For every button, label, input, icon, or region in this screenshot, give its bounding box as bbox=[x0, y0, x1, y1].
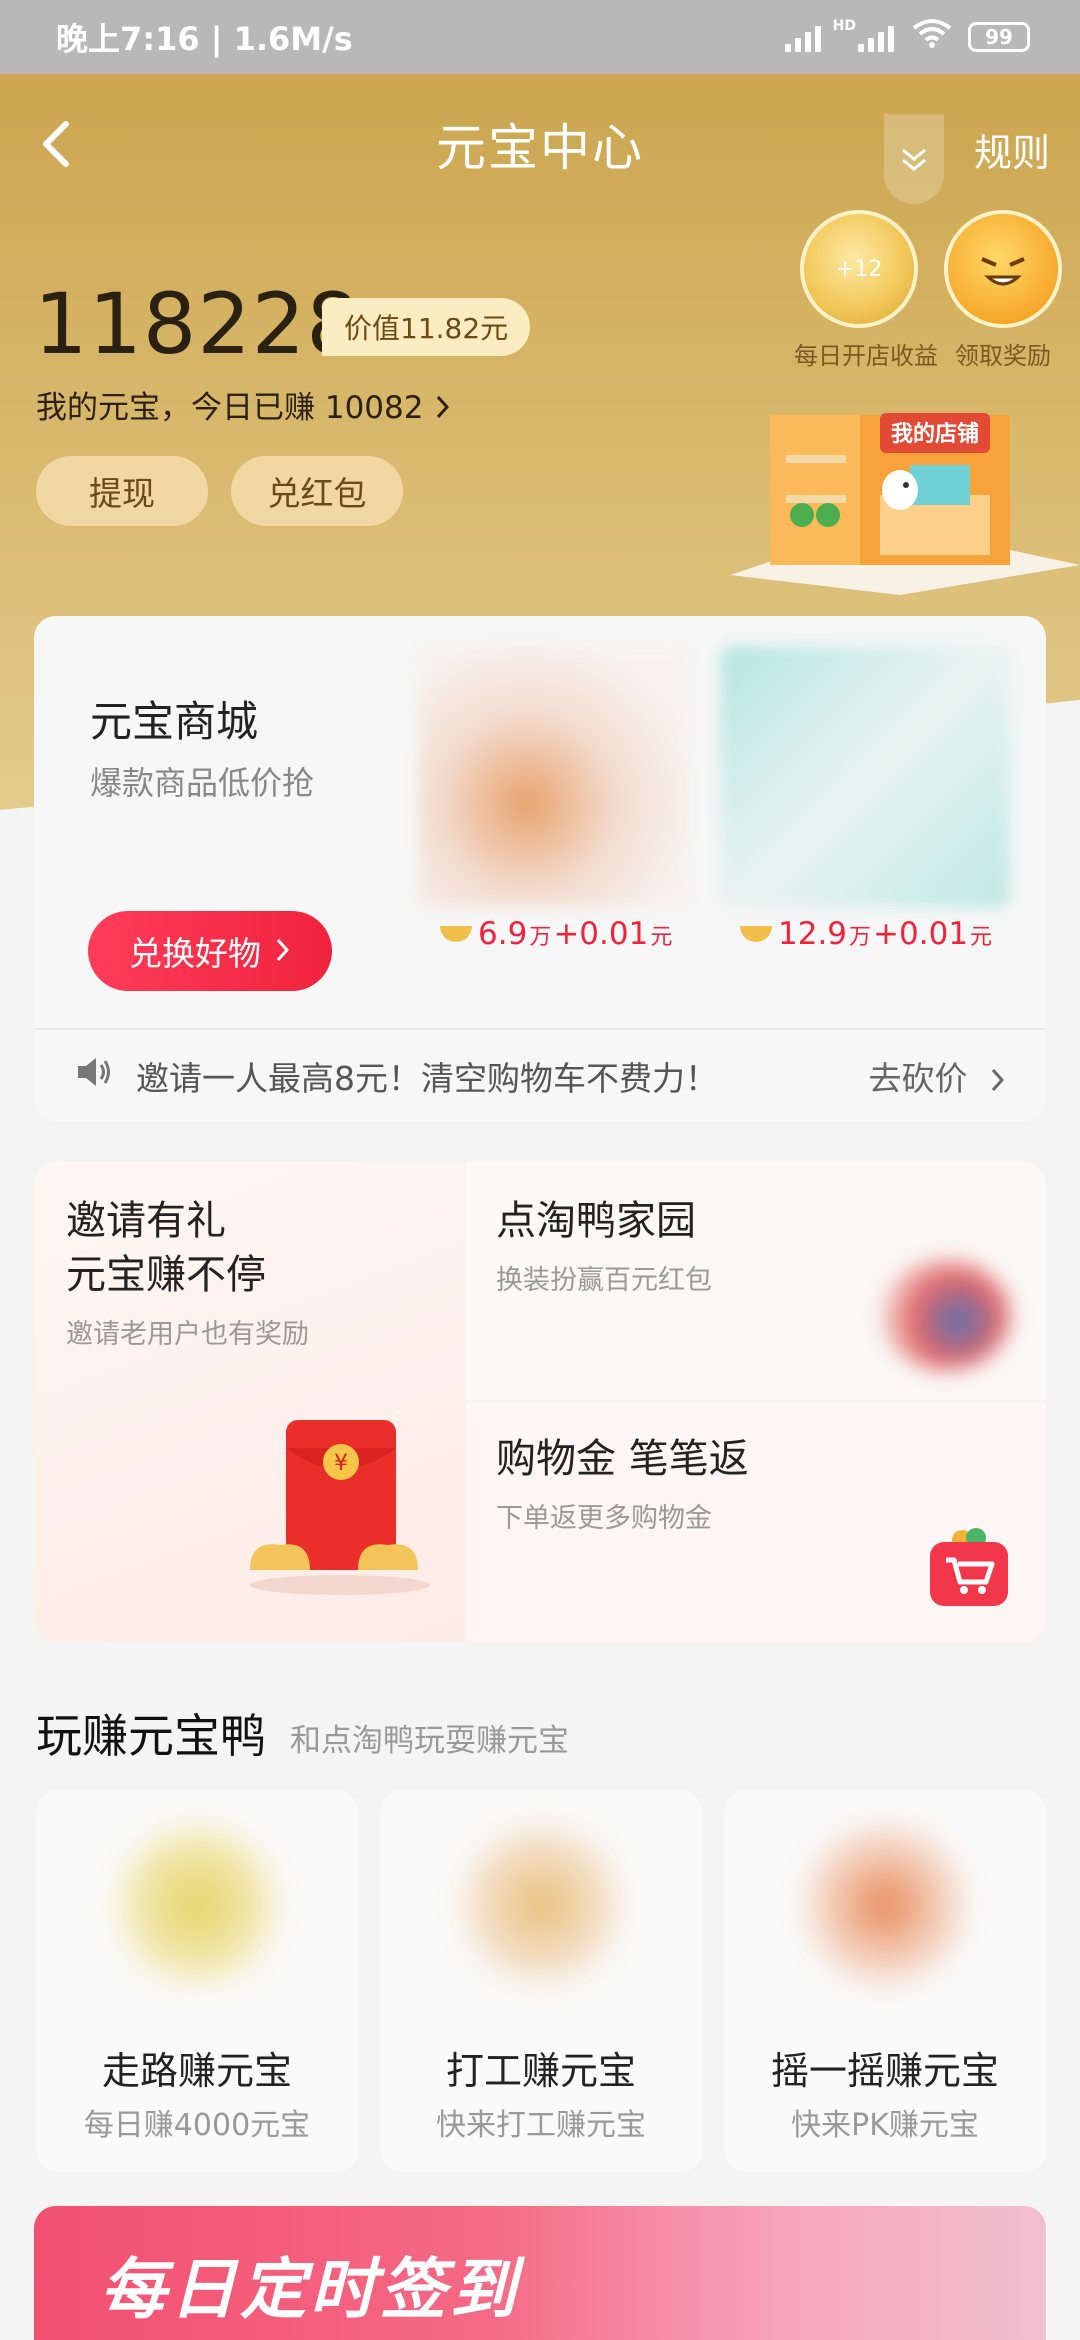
svg-text:¥: ¥ bbox=[334, 1451, 348, 1476]
claim-reward[interactable]: 领取奖励 bbox=[938, 210, 1068, 371]
shop-sign-text: 我的店铺 bbox=[891, 421, 979, 447]
redeem-red-packet-button[interactable]: 兑红包 bbox=[231, 456, 403, 526]
chevron-right-icon bbox=[275, 932, 291, 971]
product-image-1[interactable] bbox=[418, 646, 690, 908]
gold-ingot-icon: +12 bbox=[800, 210, 918, 328]
bargain-notice[interactable]: 邀请一人最高8元！清空购物车不费力！ 去砍价 bbox=[34, 1028, 1046, 1122]
my-shop-illustration[interactable]: 我的店铺 bbox=[730, 395, 1080, 595]
cashback-title: 购物金 笔笔返 bbox=[496, 1436, 749, 1482]
chevron-down-icon[interactable] bbox=[884, 114, 944, 204]
ingot-icon bbox=[440, 926, 472, 942]
product-price-1: 6.9 万 +0.01 元 bbox=[440, 916, 672, 952]
garden-title: 点淘鸭家园 bbox=[496, 1198, 696, 1244]
claim-reward-label: 领取奖励 bbox=[955, 342, 1051, 370]
battery-level: 99 bbox=[985, 25, 1013, 49]
invite-title-line1: 邀请有礼 bbox=[66, 1198, 226, 1244]
value-badge: 价值11.82元 bbox=[322, 298, 531, 356]
go-bargain-label: 去砍价 bbox=[868, 1059, 968, 1098]
red-packet-icon: ¥ bbox=[240, 1420, 440, 1604]
shake-earn-subtitle: 快来PK赚元宝 bbox=[791, 2108, 979, 2143]
work-earn-subtitle: 快来打工赚元宝 bbox=[436, 2108, 646, 2143]
shake-earn-title: 摇一摇赚元宝 bbox=[770, 2049, 999, 2093]
invite-subtitle: 邀请老用户也有奖励 bbox=[66, 1319, 309, 1350]
income-badge: +12 bbox=[835, 256, 883, 282]
earned-today-text: 我的元宝，今日已赚 10082 bbox=[36, 390, 424, 426]
rules-link[interactable]: 规则 bbox=[974, 122, 1050, 177]
withdraw-button[interactable]: 提现 bbox=[36, 456, 208, 526]
price-extra: +0.01 bbox=[553, 916, 649, 952]
walk-earn-image bbox=[112, 1820, 282, 1990]
shake-earn-image bbox=[800, 1820, 970, 1990]
back-icon[interactable] bbox=[30, 114, 90, 174]
play-earn-section-title: 玩赚元宝鸭 bbox=[36, 1709, 266, 1763]
walk-earn-subtitle: 每日赚4000元宝 bbox=[83, 2108, 311, 2143]
garden-subtitle: 换装扮赢百元红包 bbox=[496, 1265, 712, 1296]
page-title: 元宝中心 bbox=[436, 119, 644, 177]
cashback-subtitle: 下单返更多购物金 bbox=[496, 1503, 712, 1534]
daily-shop-income-label: 每日开店收益 bbox=[794, 342, 938, 370]
work-earn-image bbox=[456, 1820, 626, 1990]
shopping-cart-icon bbox=[924, 1520, 1014, 1614]
mall-title: 元宝商城 bbox=[90, 697, 259, 746]
battery-icon: 99 bbox=[968, 22, 1030, 52]
chevron-right-icon bbox=[991, 1068, 1005, 1092]
chevron-right-icon bbox=[433, 390, 453, 426]
go-bargain-link[interactable]: 去砍价 bbox=[869, 1052, 1007, 1100]
price-main: 12.9 bbox=[778, 916, 848, 952]
price-unit: 万 bbox=[849, 925, 872, 950]
earned-today-link[interactable]: 我的元宝，今日已赚 10082 bbox=[36, 382, 453, 427]
play-earn-section-subtitle: 和点淘鸭玩耍赚元宝 bbox=[290, 1723, 569, 1759]
price-extra-unit: 元 bbox=[970, 925, 993, 950]
price-extra-unit: 元 bbox=[650, 925, 673, 950]
garden-image bbox=[880, 1260, 1010, 1370]
network-type-label: HD bbox=[832, 18, 856, 34]
yuanbao-balance: 118228 bbox=[34, 275, 361, 373]
signal-icon bbox=[784, 22, 821, 52]
ingot-icon bbox=[740, 926, 772, 942]
nav-bar: 元宝中心 规则 bbox=[0, 74, 1080, 214]
exchange-goods-button[interactable]: 兑换好物 bbox=[88, 911, 332, 991]
signal-icon-2 bbox=[858, 22, 894, 52]
product-image-2[interactable] bbox=[720, 646, 1010, 908]
exchange-goods-label: 兑换好物 bbox=[129, 934, 261, 973]
invite-title-line2: 元宝赚不停 bbox=[66, 1252, 266, 1298]
price-extra: +0.01 bbox=[873, 916, 969, 952]
status-time: 晚上7:16 | 1.6M/s bbox=[56, 20, 353, 58]
notice-text: 邀请一人最高8元！清空购物车不费力！ bbox=[136, 1059, 718, 1098]
daily-checkin-title: 每日定时签到 bbox=[100, 2251, 520, 2328]
work-earn-title: 打工赚元宝 bbox=[445, 2049, 636, 2093]
mall-subtitle: 爆款商品低价抢 bbox=[90, 764, 315, 802]
price-main: 6.9 bbox=[478, 916, 528, 952]
daily-shop-income[interactable]: +12 每日开店收益 bbox=[794, 210, 938, 371]
price-unit: 万 bbox=[529, 925, 552, 950]
product-price-2: 12.9 万 +0.01 元 bbox=[740, 916, 992, 952]
duck-face-icon bbox=[944, 210, 1062, 328]
status-bar: 晚上7:16 | 1.6M/s HD 99 bbox=[0, 0, 1080, 74]
speaker-icon bbox=[74, 1055, 114, 1097]
walk-earn-title: 走路赚元宝 bbox=[101, 2049, 292, 2093]
wifi-icon bbox=[912, 18, 952, 56]
